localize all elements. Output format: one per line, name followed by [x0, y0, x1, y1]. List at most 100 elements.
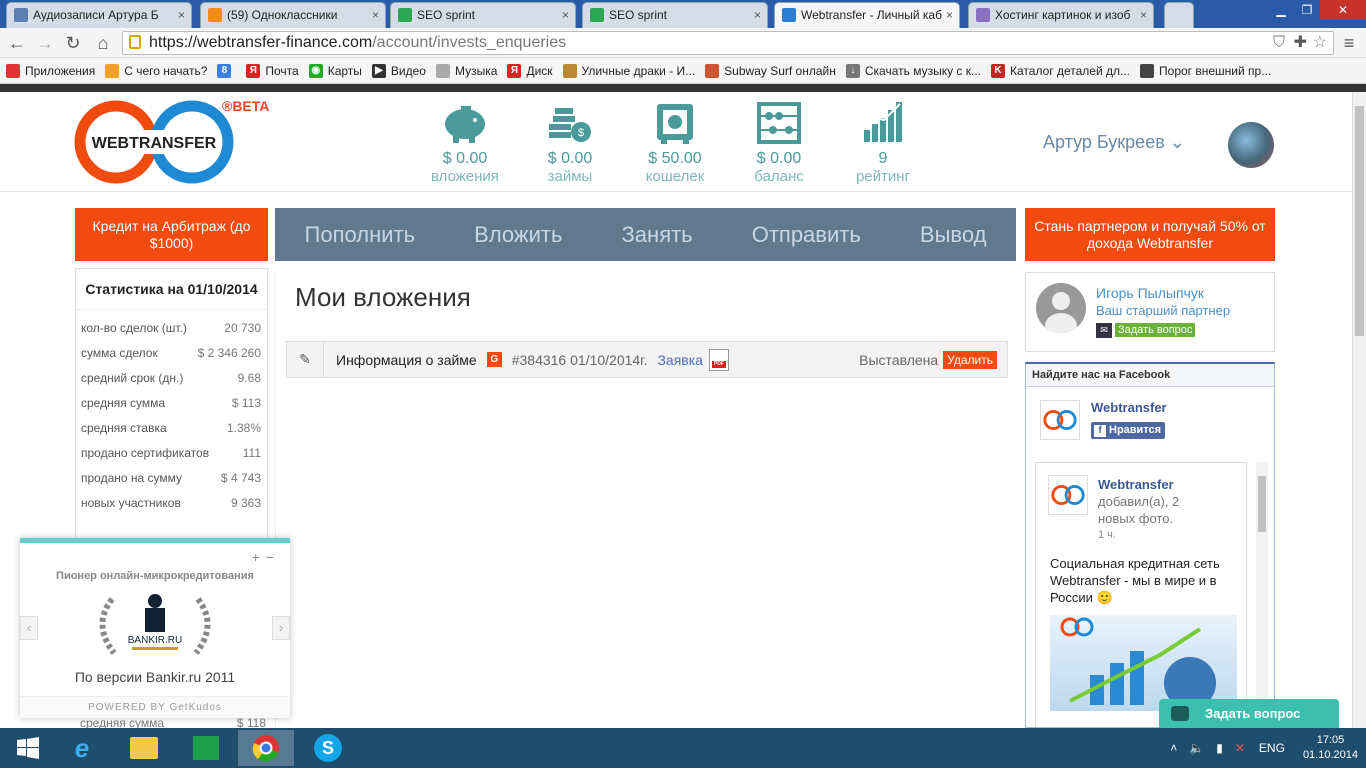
browser-tab[interactable]: Webtransfer - Личный каб ×	[774, 2, 960, 28]
close-tab-icon[interactable]: ×	[178, 3, 185, 27]
minimize-button[interactable]: ▁	[1268, 0, 1294, 20]
ie-icon[interactable]: e	[54, 730, 110, 766]
ask-question-button[interactable]: Задать вопрос	[1115, 323, 1196, 337]
browser-tab[interactable]: Хостинг картинок и изоб ×	[968, 2, 1154, 28]
file-explorer-icon[interactable]	[116, 730, 172, 766]
chevron-left-icon[interactable]: ‹	[20, 616, 38, 640]
webtransfer-page-logo[interactable]	[1040, 400, 1080, 440]
mentor-name[interactable]: Игорь Пылыпчук	[1096, 285, 1204, 301]
arbitrage-credit-button[interactable]: Кредит на Арбитраж (до $1000)	[75, 208, 268, 261]
chevron-down-icon: ⌄	[1169, 132, 1185, 152]
battery-icon[interactable]: ▮	[1216, 741, 1223, 755]
nav-item[interactable]: Вывод	[920, 222, 987, 248]
page-scrollbar[interactable]	[1352, 92, 1366, 728]
bookmark-icon	[6, 63, 20, 78]
bookmark-item[interactable]: ↓ Скачать музыку с к...	[845, 63, 981, 78]
peek-label: средняя сумма	[80, 718, 165, 728]
header-stat[interactable]: $ 50.00 кошелек	[630, 100, 720, 185]
forward-arrow-icon[interactable]: →	[34, 32, 56, 54]
bookmark-item[interactable]: 8	[217, 63, 236, 78]
bookmark-item[interactable]: Я Почта	[246, 63, 299, 78]
close-tab-icon[interactable]: ×	[754, 3, 761, 27]
facebook-like-button[interactable]: f Нравится	[1091, 422, 1166, 439]
skype-icon[interactable]: S	[300, 730, 356, 766]
url-path: /account/invests_enqueries	[372, 34, 567, 51]
back-arrow-icon[interactable]: ←	[6, 32, 28, 54]
delete-button[interactable]: Удалить	[943, 350, 997, 369]
browser-tab[interactable]: SEO sprint ×	[390, 2, 576, 28]
post-page-logo[interactable]	[1048, 475, 1088, 515]
status-text: Выставлена	[859, 351, 939, 368]
close-tab-icon[interactable]: ×	[562, 3, 569, 27]
user-name: Артур Букреев	[1043, 132, 1165, 152]
menu-icon[interactable]: ≡	[1338, 32, 1360, 54]
post-image[interactable]	[1050, 615, 1237, 711]
bookmark-label: Видео	[390, 63, 426, 78]
shield-icon[interactable]: ⛉	[1273, 32, 1285, 54]
stat-value: $ 0.00	[547, 150, 593, 167]
header-stat[interactable]: 9 рейтинг	[838, 100, 928, 185]
bookmark-item[interactable]: Приложения	[6, 63, 95, 78]
facebook-page-name[interactable]: Webtransfer	[1091, 400, 1167, 415]
nav-item[interactable]: Отправить	[752, 222, 861, 248]
stat-label: кошелек	[645, 168, 705, 185]
browser-tab[interactable]: SEO sprint ×	[582, 2, 768, 28]
bookmark-item[interactable]: Уличные драки - И...	[562, 63, 695, 78]
close-tab-icon[interactable]: ×	[372, 3, 379, 27]
bookmark-icon: K	[991, 63, 1006, 78]
header-stat[interactable]: $ 0.00 вложения	[420, 100, 510, 185]
home-icon[interactable]: ⌂	[92, 32, 114, 54]
feed-scrollbar[interactable]	[1256, 462, 1268, 727]
mail-icon[interactable]: ✉	[1096, 323, 1112, 338]
maximize-button[interactable]: ❐	[1294, 0, 1320, 20]
post-time[interactable]: 1 ч.	[1098, 529, 1116, 541]
url-input[interactable]: https://webtransfer-finance.com/account/…	[122, 31, 1334, 55]
loan-info-label[interactable]: Информация о займе	[336, 352, 477, 368]
bookmark-item[interactable]: K Каталог деталей дл...	[991, 63, 1130, 78]
network-icon[interactable]: ✕	[1235, 741, 1245, 755]
header-stat[interactable]: $ $ 0.00 займы	[525, 100, 615, 185]
chrome-icon[interactable]	[238, 730, 294, 766]
tab-title: SEO sprint	[609, 8, 668, 22]
user-menu[interactable]: Артур Букреев ⌄	[1043, 132, 1185, 153]
nav-item[interactable]: Вложить	[474, 222, 562, 248]
clock[interactable]: 17:05 01.10.2014	[1303, 733, 1358, 763]
nav-item[interactable]: Занять	[622, 222, 693, 248]
chat-button[interactable]: Задать вопрос	[1159, 699, 1339, 729]
speaker-icon[interactable]: 🔈	[1189, 741, 1204, 755]
language-indicator[interactable]: ENG	[1259, 741, 1285, 755]
chevron-right-icon[interactable]: ›	[272, 616, 290, 640]
close-tab-icon[interactable]: ×	[946, 3, 953, 27]
store-icon[interactable]	[178, 730, 234, 766]
bookmark-item[interactable]: ◉ Карты	[308, 63, 362, 78]
widget-expand-collapse[interactable]: +−	[252, 549, 280, 565]
bookmark-item[interactable]: Порог внешний пр...	[1140, 63, 1271, 78]
bookmark-item[interactable]: Я Диск	[507, 63, 553, 78]
bookmark-item[interactable]: Subway Surf онлайн	[705, 63, 836, 78]
pdf-icon[interactable]: PDF	[708, 348, 729, 371]
bookmark-item[interactable]: С чего начать?	[105, 63, 207, 78]
bookmark-star-icon[interactable]: ☆	[1313, 32, 1327, 54]
new-tab-button[interactable]	[1164, 2, 1194, 28]
window-controls: ▁ ❐ ✕	[1268, 0, 1366, 20]
edit-pencil-icon[interactable]: ✎	[287, 342, 324, 377]
partner-button[interactable]: Стань партнером и получай 50% от дохода …	[1025, 208, 1275, 261]
close-window-button[interactable]: ✕	[1320, 0, 1366, 20]
bookmark-item[interactable]: ▶ Видео	[371, 63, 426, 78]
extension-icon[interactable]: ✚	[1294, 32, 1307, 54]
nav-item[interactable]: Пополнить	[305, 222, 416, 248]
browser-tab[interactable]: (59) Одноклассники ×	[200, 2, 386, 28]
reload-icon[interactable]: ↻	[62, 32, 84, 54]
post-page-name[interactable]: Webtransfer	[1098, 477, 1174, 492]
bookmark-item[interactable]: Музыка	[435, 63, 497, 78]
request-link[interactable]: Заявка	[657, 352, 702, 368]
kudos-powered[interactable]: POWERED BY GetKudos	[20, 696, 290, 718]
header-stat[interactable]: $ 0.00 баланс	[734, 100, 824, 185]
stat-row: кол-во сделок (шт.) 20 730	[76, 316, 267, 341]
tray-chevron-up-icon[interactable]: ˄	[1170, 741, 1177, 755]
avatar[interactable]	[1228, 122, 1274, 168]
browser-tab[interactable]: Аудиозаписи Артура Б ×	[6, 2, 192, 28]
close-tab-icon[interactable]: ×	[1140, 3, 1147, 27]
windows-start-icon[interactable]	[0, 730, 56, 766]
webtransfer-logo[interactable]: WEBTRANSFER	[74, 100, 234, 184]
